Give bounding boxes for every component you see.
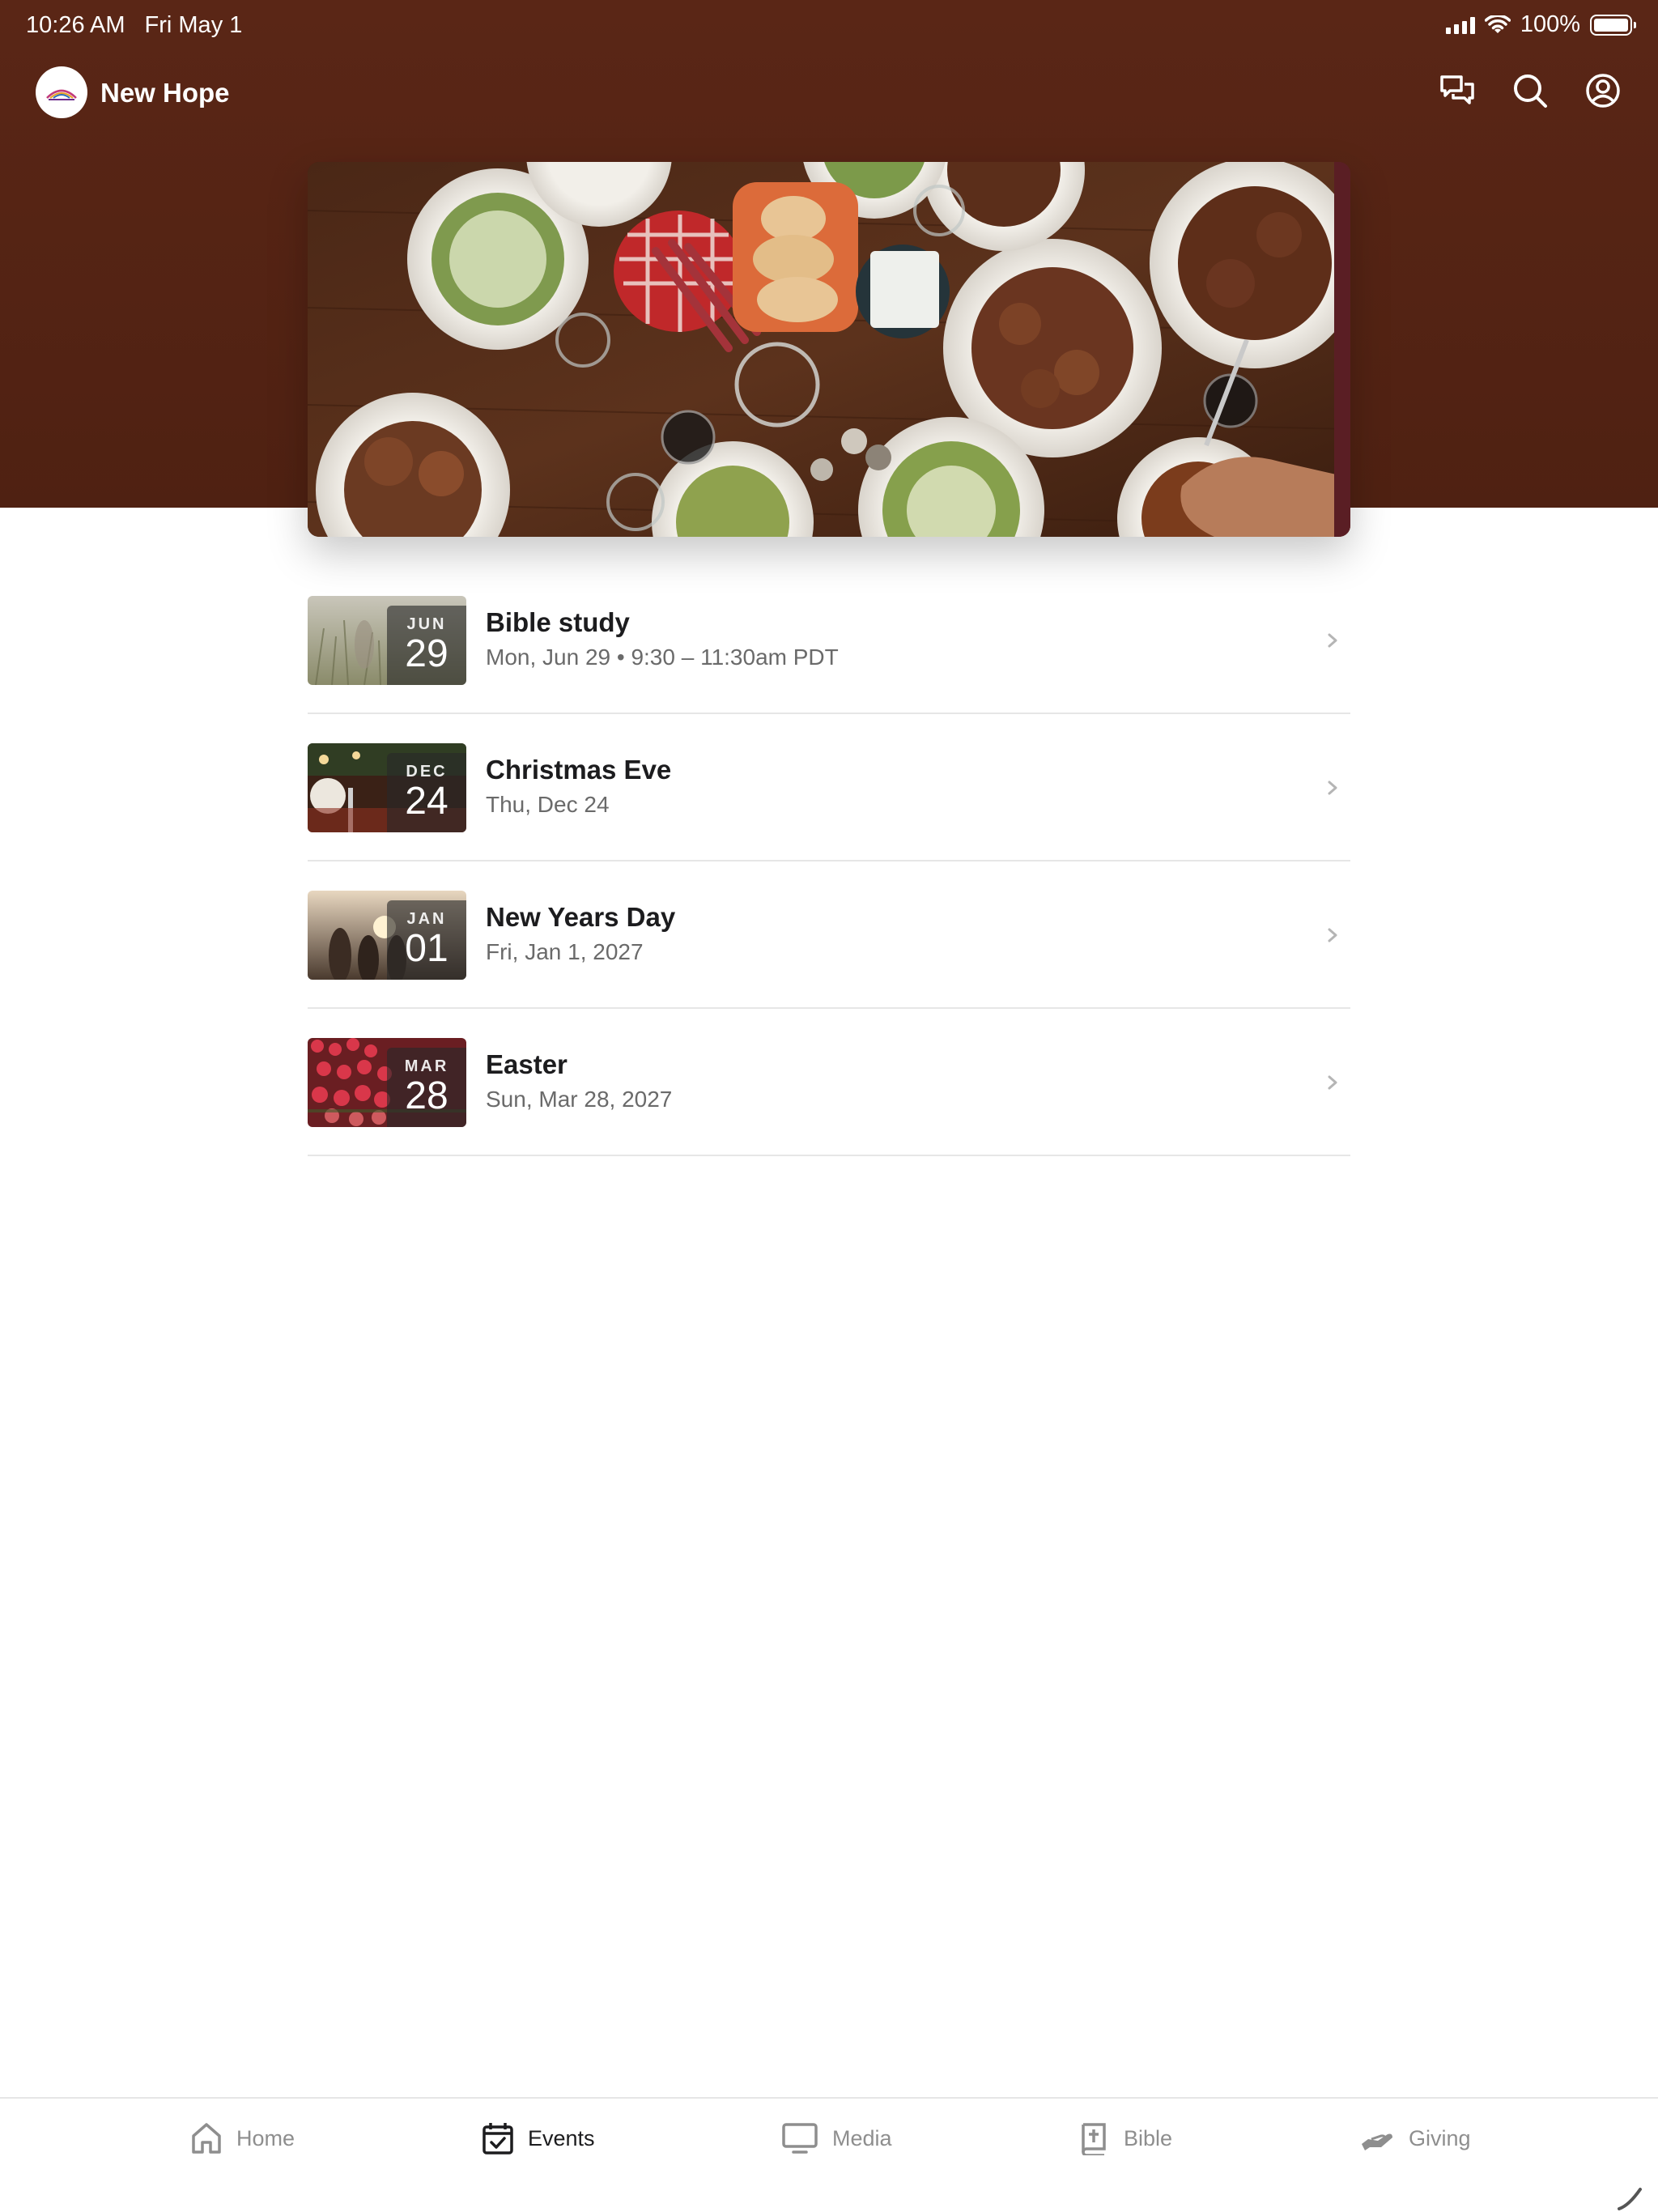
chevron-right-icon bbox=[1328, 928, 1337, 942]
date-badge-day: 29 bbox=[405, 632, 449, 675]
app-header: New Hope bbox=[0, 57, 1658, 130]
date-badge-day: 28 bbox=[405, 1074, 449, 1117]
battery-percent: 100% bbox=[1520, 11, 1580, 37]
status-time: 10:26 AM bbox=[26, 12, 125, 38]
event-list: JUN 29 Bible study Mon, Jun 29 • 9:30 – … bbox=[308, 567, 1350, 1156]
event-datetime: Thu, Dec 24 bbox=[486, 792, 610, 817]
bottom-tab-bar: Home Events Media Bible Giving bbox=[0, 2097, 1658, 2212]
event-thumbnail: DEC 24 bbox=[308, 743, 466, 832]
event-thumbnail: JUN 29 bbox=[308, 596, 466, 685]
monitor-icon bbox=[780, 2121, 819, 2155]
event-title: Christmas Eve bbox=[486, 755, 672, 785]
search-icon[interactable] bbox=[1511, 71, 1550, 110]
scroll-indicator-icon bbox=[1618, 2188, 1642, 2210]
date-badge: JAN 01 bbox=[387, 900, 466, 980]
chevron-right-icon bbox=[1328, 781, 1337, 795]
event-row-christmas-eve[interactable]: DEC 24 Christmas Eve Thu, Dec 24 bbox=[308, 714, 1350, 861]
account-icon[interactable] bbox=[1584, 71, 1622, 110]
featured-event-image[interactable] bbox=[308, 162, 1350, 537]
date-badge: JUN 29 bbox=[387, 606, 466, 685]
event-row-easter[interactable]: MAR 28 Easter Sun, Mar 28, 2027 bbox=[308, 1009, 1350, 1156]
event-datetime: Mon, Jun 29 • 9:30 – 11:30am PDT bbox=[486, 644, 839, 670]
church-logo[interactable] bbox=[36, 66, 87, 118]
chevron-right-icon bbox=[1328, 1075, 1337, 1090]
tab-home-label: Home bbox=[236, 2125, 295, 2150]
tab-media[interactable]: Media bbox=[780, 2121, 892, 2155]
date-badge-day: 24 bbox=[405, 780, 449, 823]
chat-icon[interactable] bbox=[1438, 71, 1477, 110]
calendar-icon bbox=[481, 2121, 515, 2155]
status-date: Fri May 1 bbox=[144, 12, 243, 38]
tab-bible[interactable]: Bible bbox=[1077, 2121, 1172, 2155]
tab-media-label: Media bbox=[832, 2125, 892, 2150]
date-badge-month: JAN bbox=[406, 910, 447, 928]
cellular-signal-icon bbox=[1445, 16, 1475, 34]
date-badge-month: MAR bbox=[404, 1057, 449, 1075]
date-badge: DEC 24 bbox=[387, 753, 466, 832]
giving-hand-icon bbox=[1360, 2121, 1396, 2155]
event-title: Bible study bbox=[486, 607, 630, 637]
event-title: New Years Day bbox=[486, 902, 676, 932]
tab-events[interactable]: Events bbox=[481, 2121, 595, 2155]
app-title: New Hope bbox=[100, 78, 230, 108]
date-badge-month: DEC bbox=[406, 763, 448, 781]
status-bar: 10:26 AM Fri May 1 100% bbox=[0, 0, 1658, 52]
date-badge-month: JUN bbox=[406, 615, 447, 633]
event-row-bible-study[interactable]: JUN 29 Bible study Mon, Jun 29 • 9:30 – … bbox=[308, 567, 1350, 714]
tab-giving-label: Giving bbox=[1409, 2125, 1471, 2150]
home-icon bbox=[189, 2121, 223, 2155]
date-badge-day: 01 bbox=[405, 927, 449, 970]
event-thumbnail: MAR 28 bbox=[308, 1038, 466, 1127]
tab-home[interactable]: Home bbox=[189, 2121, 295, 2155]
chevron-right-icon bbox=[1328, 633, 1337, 648]
tab-giving[interactable]: Giving bbox=[1360, 2121, 1471, 2155]
event-datetime: Fri, Jan 1, 2027 bbox=[486, 939, 644, 964]
bible-icon bbox=[1077, 2121, 1111, 2155]
date-badge: MAR 28 bbox=[387, 1048, 466, 1127]
event-thumbnail: JAN 01 bbox=[308, 891, 466, 980]
logo-mark-icon bbox=[46, 89, 77, 100]
event-row-new-years-day[interactable]: JAN 01 New Years Day Fri, Jan 1, 2027 bbox=[308, 861, 1350, 1009]
event-datetime: Sun, Mar 28, 2027 bbox=[486, 1087, 673, 1112]
event-title: Easter bbox=[486, 1049, 568, 1079]
wifi-icon bbox=[1484, 15, 1511, 33]
tab-bible-label: Bible bbox=[1124, 2125, 1173, 2150]
tab-events-label: Events bbox=[528, 2125, 595, 2150]
battery-icon bbox=[1590, 14, 1636, 36]
